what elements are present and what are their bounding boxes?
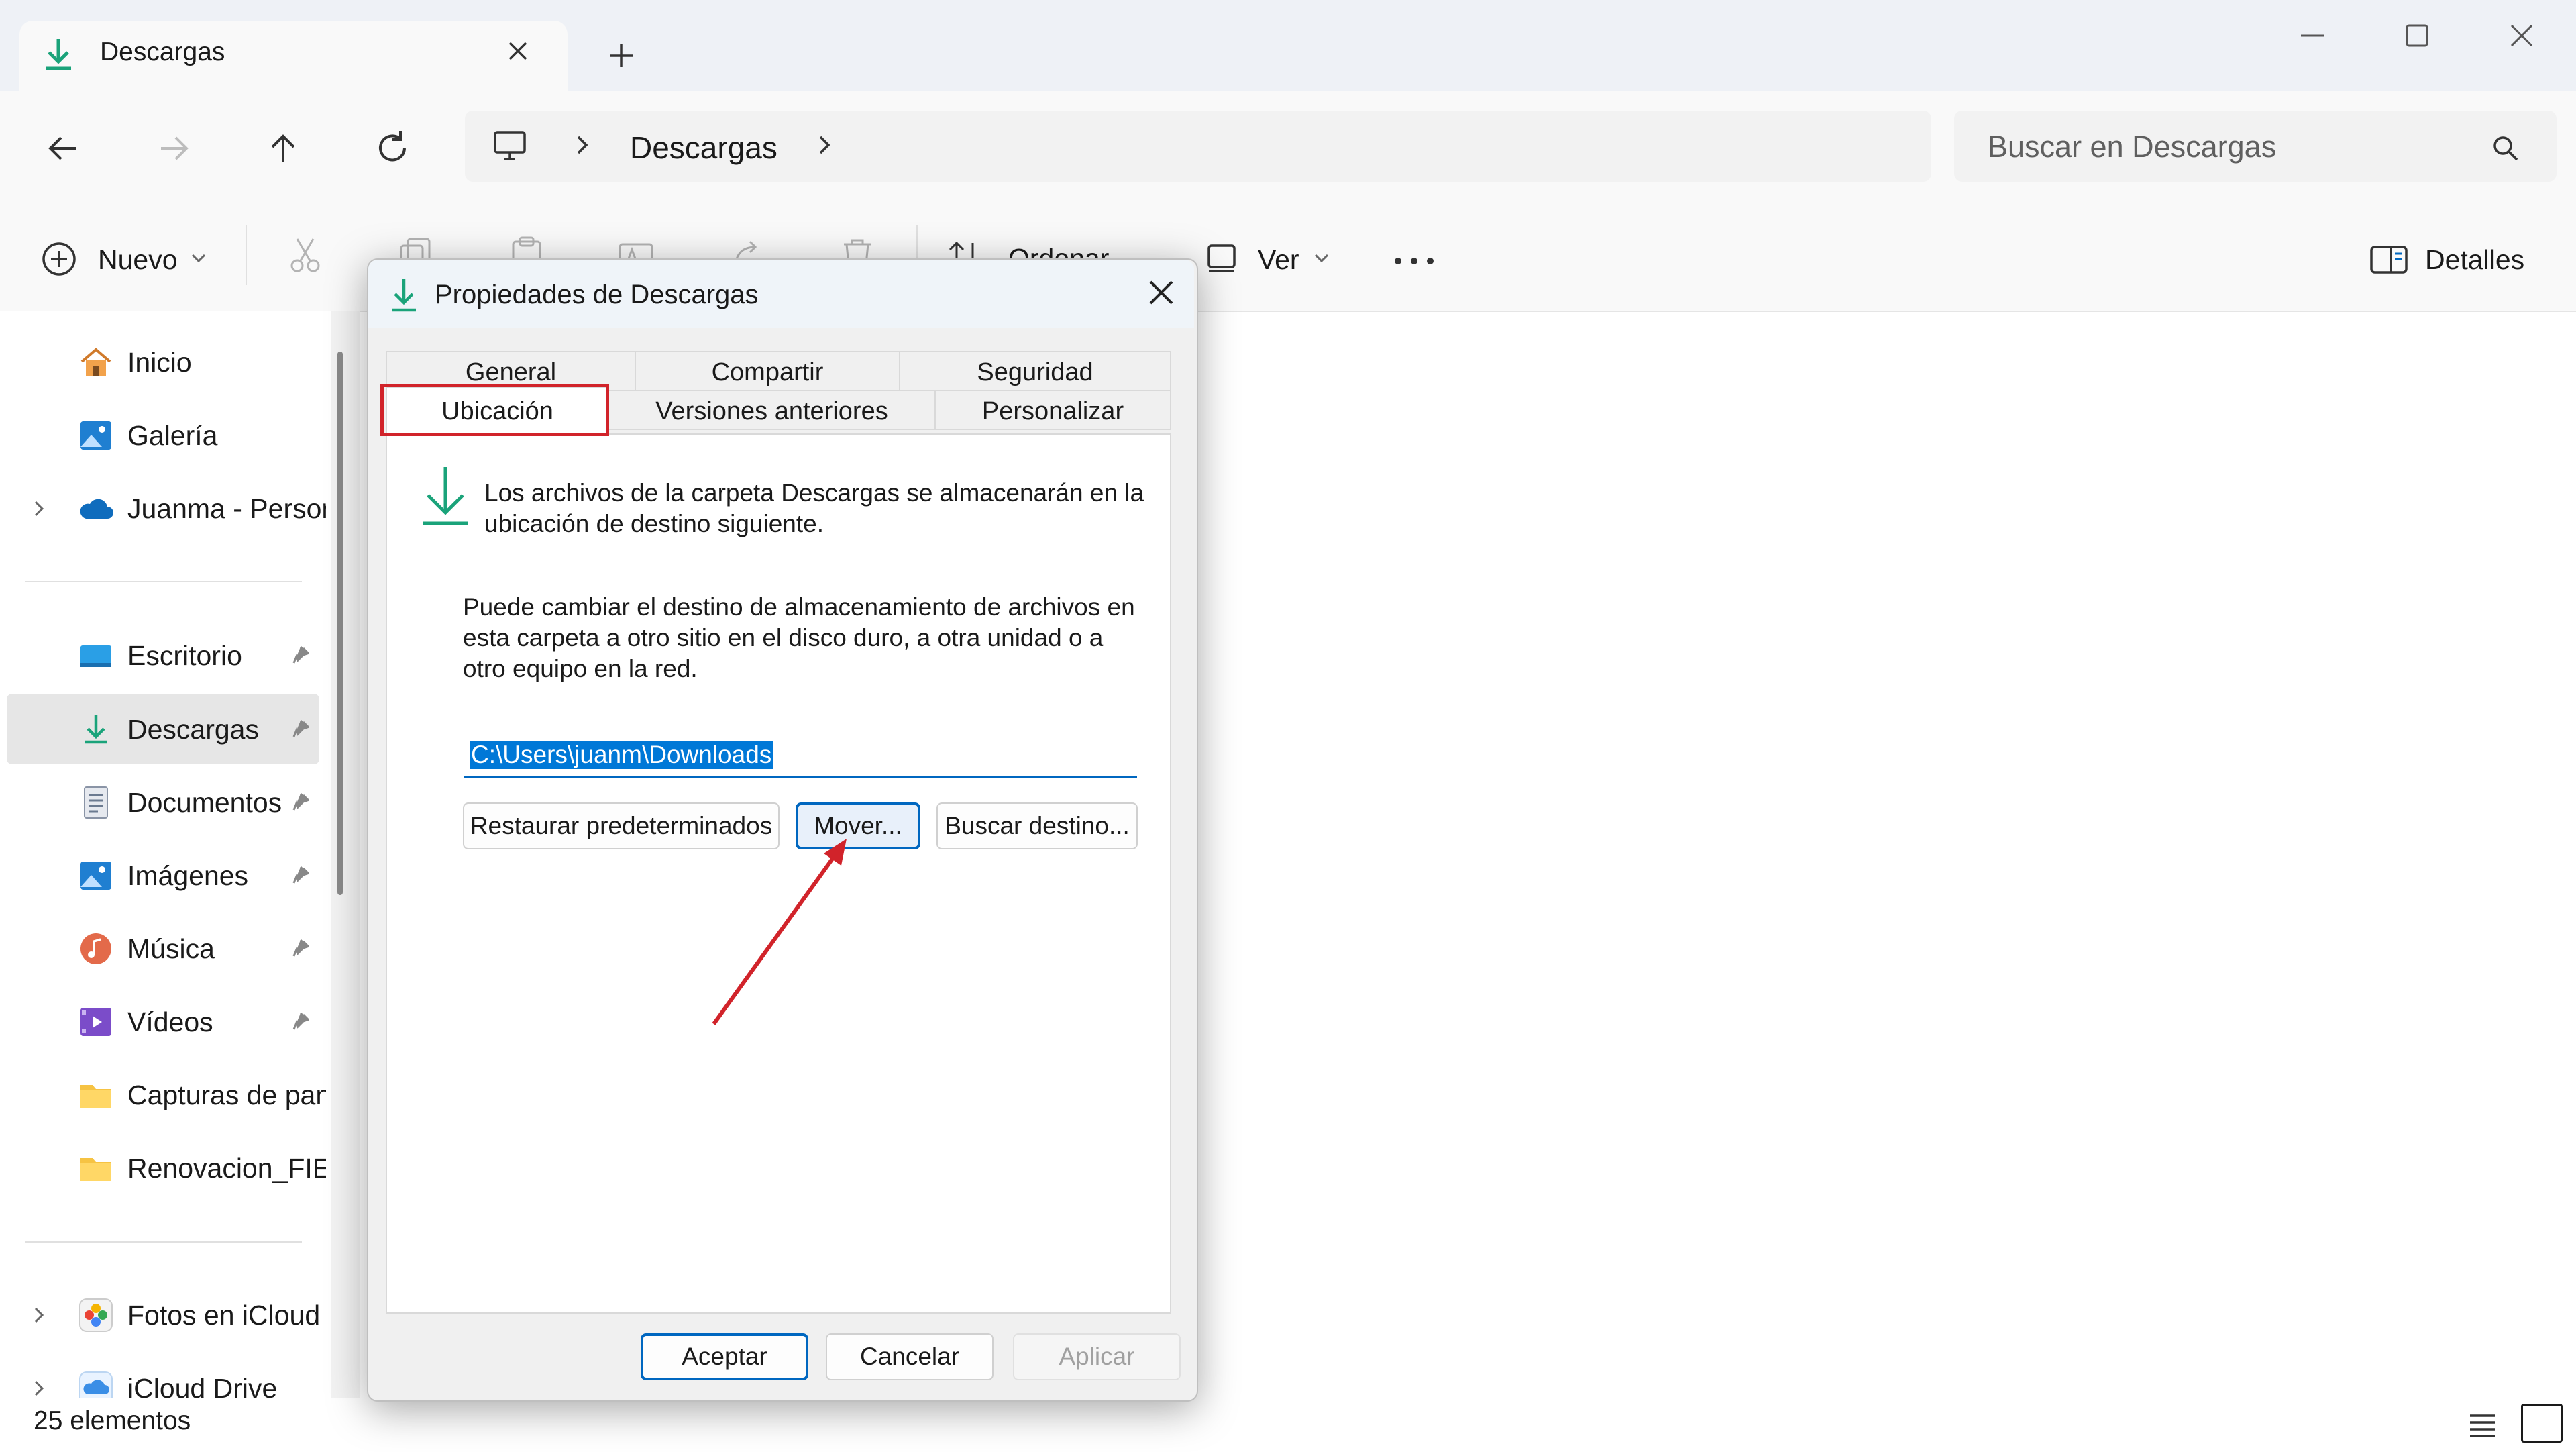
- view-button[interactable]: Ver: [1258, 244, 1299, 276]
- tab-seguridad[interactable]: Seguridad: [899, 351, 1171, 391]
- tab-personalizar[interactable]: Personalizar: [934, 390, 1171, 430]
- sidebar-divider: [25, 1241, 302, 1243]
- pin-icon[interactable]: [288, 864, 313, 888]
- pin-icon[interactable]: [288, 791, 313, 815]
- music-icon: [78, 931, 114, 967]
- apply-button[interactable]: Aplicar: [1013, 1333, 1181, 1380]
- download-arrow-icon: [42, 36, 75, 72]
- back-icon[interactable]: [37, 121, 91, 175]
- search-placeholder: Buscar en Descargas: [1988, 129, 2277, 164]
- tab-versiones-anteriores[interactable]: Versiones anteriores: [608, 390, 936, 430]
- refresh-icon[interactable]: [366, 121, 419, 175]
- folder-icon: [78, 1150, 114, 1186]
- dialog-title: Propiedades de Descargas: [435, 280, 759, 309]
- window-close-icon[interactable]: [2506, 20, 2537, 51]
- sidebar-divider: [25, 581, 302, 582]
- videos-icon: [78, 1004, 114, 1040]
- more-options-icon[interactable]: [1393, 256, 1436, 266]
- expand-chevron-icon[interactable]: [31, 499, 47, 519]
- toolbar-divider: [246, 225, 247, 285]
- sidebar-item-label: iCloud Drive: [127, 1373, 278, 1398]
- tab-title: Descargas: [100, 38, 225, 66]
- sidebar-item-escritorio[interactable]: Escritorio: [7, 620, 319, 690]
- sidebar-item-documentos[interactable]: Documentos: [7, 767, 319, 837]
- ok-button[interactable]: Aceptar: [641, 1333, 808, 1380]
- new-button[interactable]: Nuevo: [98, 244, 178, 276]
- breadcrumb-chevron-icon[interactable]: [572, 133, 592, 157]
- sidebar-item-label: Juanma - Personal: [127, 493, 326, 524]
- annotation-arrow: [698, 832, 859, 1033]
- status-bar: [0, 1398, 2576, 1452]
- pin-icon[interactable]: [288, 937, 313, 962]
- details-pane-icon[interactable]: [2368, 243, 2410, 276]
- sidebar-item-musica[interactable]: Música: [7, 913, 319, 984]
- maximize-icon[interactable]: [2402, 20, 2432, 51]
- details-button[interactable]: Detalles: [2425, 244, 2524, 276]
- home-icon: [78, 344, 114, 380]
- pin-icon[interactable]: [288, 644, 313, 668]
- find-target-button[interactable]: Buscar destino...: [936, 802, 1138, 849]
- up-icon[interactable]: [256, 121, 310, 175]
- sidebar-item-onedrive[interactable]: Juanma - Personal: [7, 473, 326, 543]
- sidebar-item-inicio[interactable]: Inicio: [7, 327, 319, 397]
- download-location-icon: [419, 464, 472, 531]
- icloud-photos-icon: [78, 1297, 114, 1333]
- desktop-folder-icon: [78, 637, 114, 674]
- new-plus-icon[interactable]: [39, 239, 79, 279]
- sidebar-item-videos[interactable]: Vídeos: [7, 986, 319, 1057]
- tab-close-icon[interactable]: [504, 38, 531, 64]
- chevron-down-icon[interactable]: [190, 252, 207, 264]
- sidebar-item-label: Inicio: [127, 347, 192, 378]
- pin-icon[interactable]: [288, 718, 313, 742]
- sidebar-item-label: Galería: [127, 420, 218, 451]
- nav-scrollbar-thumb[interactable]: [337, 352, 343, 895]
- sidebar-item-renovacion[interactable]: Renovacion_FIEL: [7, 1133, 326, 1203]
- dialog-close-icon[interactable]: [1146, 277, 1177, 308]
- location-description-text: Puede cambiar el destino de almacenamien…: [463, 593, 1135, 682]
- forward-icon[interactable]: [146, 121, 200, 175]
- expand-chevron-icon[interactable]: [31, 1305, 47, 1325]
- nav-scrollbar-track[interactable]: [331, 311, 360, 1398]
- minimize-icon[interactable]: [2297, 32, 2328, 39]
- search-icon[interactable]: [2490, 133, 2521, 164]
- sidebar-item-galeria[interactable]: Galería: [7, 400, 319, 470]
- gallery-icon: [78, 417, 114, 454]
- sidebar-item-label: Fotos en iCloud: [127, 1300, 321, 1331]
- pin-icon[interactable]: [288, 1010, 313, 1035]
- breadcrumb-chevron-icon[interactable]: [814, 133, 834, 157]
- folder-icon: [78, 1077, 114, 1113]
- sidebar-item-icloud-drive[interactable]: iCloud Drive: [7, 1353, 319, 1398]
- chevron-down-icon[interactable]: [1313, 252, 1330, 264]
- tiles-view-icon[interactable]: [2521, 1404, 2563, 1443]
- cancel-button[interactable]: Cancelar: [826, 1333, 994, 1380]
- sidebar-item-capturas[interactable]: Capturas de pantalla: [7, 1059, 326, 1130]
- expand-chevron-icon[interactable]: [31, 1378, 47, 1398]
- view-icon[interactable]: [1205, 242, 1242, 275]
- sidebar-item-imagenes[interactable]: Imágenes: [7, 840, 319, 911]
- documents-icon: [78, 784, 114, 821]
- sidebar-item-label: Capturas de pantalla: [127, 1080, 326, 1110]
- location-intro-text: Los archivos de la carpeta Descargas se …: [484, 479, 1144, 537]
- annotation-highlight-box: [380, 384, 609, 436]
- download-arrow-icon: [386, 276, 421, 314]
- pictures-icon: [78, 858, 114, 894]
- new-tab-icon[interactable]: [606, 40, 637, 71]
- downloads-icon: [78, 711, 114, 747]
- sidebar-item-descargas[interactable]: Descargas: [7, 694, 319, 764]
- details-view-icon[interactable]: [2466, 1408, 2500, 1441]
- item-count: 25 elementos: [34, 1406, 191, 1435]
- tab-compartir[interactable]: Compartir: [635, 351, 900, 391]
- breadcrumb-current[interactable]: Descargas: [630, 129, 777, 166]
- cut-icon[interactable]: [285, 235, 325, 275]
- onedrive-cloud-icon: [78, 490, 114, 527]
- this-pc-icon[interactable]: [490, 125, 530, 166]
- sidebar-item-fotos-icloud[interactable]: Fotos en iCloud: [7, 1280, 320, 1350]
- icloud-drive-icon: [78, 1370, 114, 1398]
- location-path-value: C:\Users\juanm\Downloads: [470, 741, 773, 769]
- sidebar-item-label: Renovacion_FIEL: [127, 1153, 326, 1184]
